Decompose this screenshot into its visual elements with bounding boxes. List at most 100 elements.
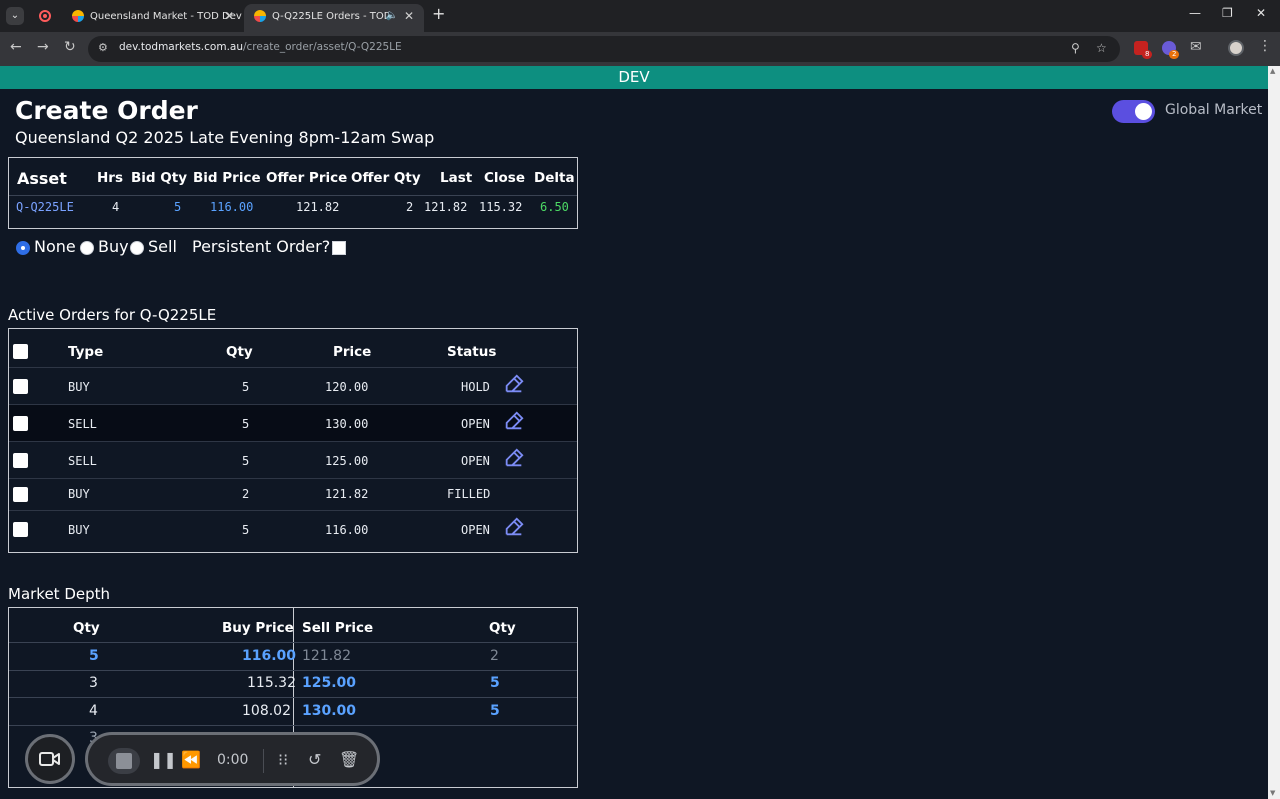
column-header: Bid Price [193,170,261,186]
browser-tab-queensland-market[interactable]: Queensland Market - TOD Dev ✕ [62,4,244,32]
column-header: Close [484,170,526,186]
column-header: Qty [73,620,100,636]
row-checkbox[interactable] [13,379,28,394]
depth-sell-price[interactable]: 130.00 [302,703,356,719]
back-arrow-icon[interactable]: ← [10,39,22,55]
forward-arrow-icon[interactable]: → [37,39,49,55]
divider [9,670,577,671]
rewind-icon[interactable]: ⏪ [181,750,201,769]
tab-title: Q-Q225LE Orders - TOD Dev [272,11,390,22]
bid-price-value: 116.00 [210,200,254,214]
close-price-value: 115.32 [479,200,523,214]
row-checkbox[interactable] [13,453,28,468]
column-header: Asset [17,169,67,188]
url-text[interactable]: dev.todmarkets.com.au/create_order/asset… [119,41,402,53]
new-tab-button[interactable]: + [432,4,445,23]
depth-buy-qty: 3 [89,675,98,691]
close-window-icon[interactable]: ✕ [1256,6,1266,20]
order-row[interactable]: SELL 5 130.00 OPEN [9,404,577,441]
bookmark-star-icon[interactable]: ☆ [1096,41,1107,55]
restore-window-icon[interactable]: ❐ [1222,6,1233,20]
radio-none[interactable] [16,241,30,255]
camera-toggle-button[interactable] [25,734,75,784]
environment-banner: DEV [0,66,1268,89]
edit-icon[interactable] [503,373,525,395]
address-bar[interactable]: ⚙ dev.todmarkets.com.au/create_order/ass… [88,36,1120,62]
stop-recording-button[interactable] [108,748,140,774]
row-checkbox[interactable] [13,522,28,537]
market-depth-title: Market Depth [8,585,111,603]
depth-buy-price[interactable]: 116.00 [242,648,296,664]
reload-icon[interactable]: ↻ [64,39,76,55]
global-market-toggle[interactable] [1112,100,1155,123]
profile-avatar[interactable] [1228,40,1244,56]
persistent-order-label: Persistent Order? [192,237,331,256]
depth-sell-price[interactable]: 121.82 [302,648,351,664]
order-type: BUY [68,523,90,537]
depth-buy-price[interactable]: 108.02 [242,703,291,719]
divider [9,725,577,726]
asset-summary-table: Asset Hrs Bid Qty Bid Price Offer Price … [8,157,578,229]
order-row[interactable]: BUY 2 121.82 FILLED [9,478,577,510]
tab-search-button[interactable]: ⌄ [6,7,24,25]
speaker-icon[interactable]: 🔈 [386,4,398,28]
divider [9,195,577,196]
tod-favicon-icon [72,10,84,22]
minimize-window-icon[interactable]: — [1189,6,1201,20]
edit-icon[interactable] [503,410,525,432]
divider [263,749,264,773]
order-type: BUY [68,487,90,501]
column-header: Type [68,344,104,360]
column-header: Hrs [97,170,123,186]
order-price: 121.82 [325,487,369,501]
depth-sell-price[interactable]: 125.00 [302,675,356,691]
order-row[interactable]: SELL 5 125.00 OPEN [9,441,577,478]
edit-icon[interactable] [503,516,525,538]
depth-sell-qty: 2 [490,648,499,664]
radio-label[interactable]: None [34,237,76,256]
column-header: Sell Price [302,620,374,636]
page-scrollbar[interactable] [1268,66,1280,799]
order-price: 125.00 [325,454,369,468]
column-header: Offer Qty [351,170,421,186]
drag-handle-icon[interactable]: ⁝⁝ [278,750,288,769]
close-tab-icon[interactable]: ✕ [224,4,234,28]
order-status: OPEN [461,523,490,537]
close-tab-icon[interactable]: ✕ [404,4,414,28]
column-header: Buy Price [222,620,294,636]
depth-buy-qty: 5 [89,648,99,664]
radio-label[interactable]: Sell [148,237,177,256]
global-market-label: Global Market [1165,102,1263,118]
extensions-puzzle-icon[interactable]: ✉ [1190,39,1202,55]
order-status: OPEN [461,417,490,431]
column-header: Last [440,170,473,186]
asset-code-link[interactable]: Q-Q225LE [16,200,74,214]
row-checkbox[interactable] [13,416,28,431]
restart-icon[interactable]: ↺ [308,750,321,769]
order-qty: 2 [242,487,250,501]
edit-icon[interactable] [503,447,525,469]
row-checkbox[interactable] [13,487,28,502]
order-row[interactable]: BUY 5 120.00 HOLD [9,367,577,404]
radio-sell[interactable] [130,241,144,255]
browser-menu-icon[interactable]: ⋮ [1258,38,1272,54]
radio-label[interactable]: Buy [98,237,129,256]
browser-tab-orders[interactable]: Q-Q225LE Orders - TOD Dev 🔈 ✕ [244,4,424,32]
order-price: 116.00 [325,523,369,537]
depth-buy-price[interactable]: 115.32 [247,675,296,691]
column-header: Qty [489,620,516,636]
pause-icon[interactable]: ❚❚ [150,750,177,769]
persistent-order-checkbox[interactable] [332,241,346,255]
active-orders-title: Active Orders for Q-Q225LE [8,306,217,324]
radio-buy[interactable] [80,241,94,255]
site-settings-icon[interactable]: ⚙ [98,41,108,54]
delete-trash-icon[interactable]: 🗑 [339,750,359,769]
depth-sell-qty: 5 [490,703,500,719]
order-status: HOLD [461,380,490,394]
zoom-icon[interactable]: ⚲ [1071,41,1080,55]
order-row[interactable]: BUY 5 116.00 OPEN [9,510,577,547]
bid-qty-value: 5 [174,200,182,214]
order-type: BUY [68,380,90,394]
column-header: Offer Price [266,170,348,186]
select-all-checkbox[interactable] [13,344,28,359]
